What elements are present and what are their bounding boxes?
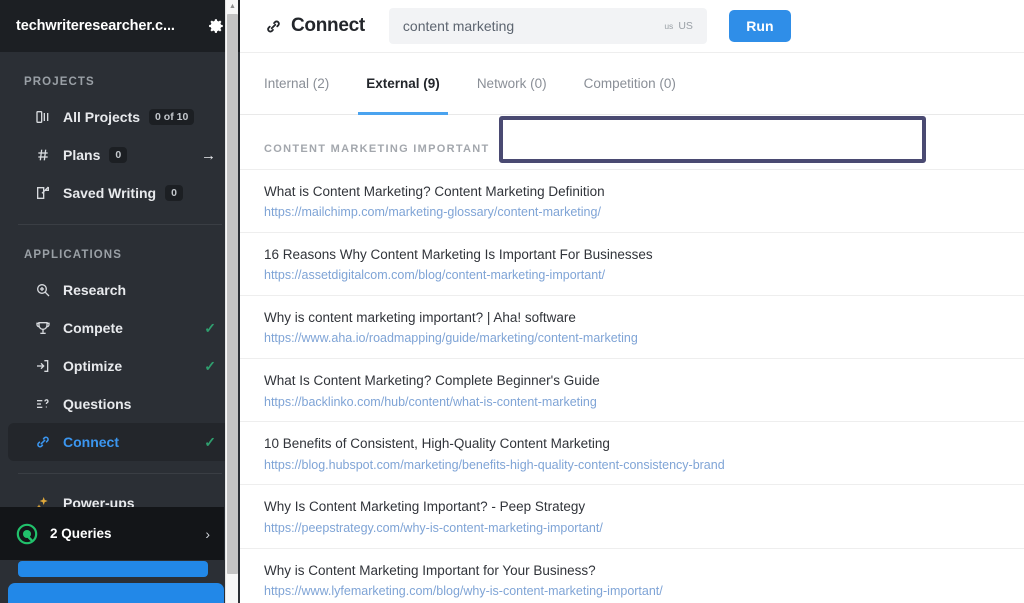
sidebar-item-label: Research [63,282,127,298]
result-url[interactable]: https://peepstrategy.com/why-is-content-… [264,520,1000,537]
sidebar-item-label: Connect [63,434,119,450]
dashboard-icon [34,108,52,126]
link-chain-icon [34,433,52,451]
sidebar-item-saved-writing[interactable]: Saved Writing 0 [8,174,232,212]
tab-network[interactable]: Network (0) [477,53,547,114]
brand-circle-icon [16,523,38,545]
trophy-icon [34,319,52,337]
sidebar-item-label: Optimize [63,358,123,374]
edit-square-icon [34,184,52,202]
tab-competition[interactable]: Competition (0) [584,53,676,114]
sidebar-item-label: Compete [63,320,123,336]
tab-bar: Internal (2) External (9) Network (0) Co… [240,53,1024,163]
result-title: 16 Reasons Why Content Marketing Is Impo… [264,247,653,263]
arrow-right-icon[interactable]: → [201,148,216,163]
locale-flag-label: us [664,21,674,31]
table-row[interactable]: Why is Content Marketing Important for Y… [240,547,1024,603]
check-icon: ✓ [204,358,216,374]
chevron-right-icon[interactable]: › [205,526,210,542]
keyword-search-box[interactable]: us US [388,8,707,44]
sidebar-item-plans[interactable]: Plans 0 → [8,136,232,174]
sidebar-item-connect[interactable]: Connect ✓ [8,423,232,461]
queries-bar[interactable]: 2 Queries › [0,507,224,560]
gear-icon[interactable] [206,16,226,36]
tab-internal[interactable]: Internal (2) [264,53,329,114]
sidebar-section-applications-label: APPLICATIONS [24,249,122,261]
result-title: Why is content marketing important? | Ah… [264,310,576,326]
sidebar-item-label: All Projects [63,109,141,125]
link-chain-icon [264,17,282,35]
sidebar-item-label: Questions [63,396,132,412]
scroll-up-arrow-icon[interactable]: ▲ [226,0,239,13]
result-url[interactable]: https://www.lyfemarketing.com/blog/why-i… [264,583,1000,600]
check-icon: ✓ [204,320,216,336]
sidebar-item-research[interactable]: Research [8,271,232,309]
table-row[interactable]: 10 Benefits of Consistent, High-Quality … [240,421,1024,484]
search-input[interactable] [402,18,665,34]
page-title: Connect [291,15,365,36]
table-row[interactable]: 16 Reasons Why Content Marketing Is Impo… [240,232,1024,295]
sidebar-primary-button-upper[interactable] [18,561,208,577]
sidebar-item-badge: 0 [109,147,128,163]
sidebar-primary-button-lower[interactable] [8,583,224,603]
top-bar: Connect us US Run [240,0,1024,53]
queries-label: 2 Queries [50,526,112,541]
result-title: Why Is Content Marketing Important? - Pe… [264,499,586,515]
result-url[interactable]: https://mailchimp.com/marketing-glossary… [264,204,1000,221]
sidebar-header: techwriteresearcher.c... [0,0,240,52]
result-url[interactable]: https://assetdigitalcom.com/blog/content… [264,267,1000,284]
sidebar-divider-2 [18,473,222,474]
app-root: techwriteresearcher.c... PROJECTS All Pr… [0,0,1024,603]
sidebar-body: PROJECTS All Projects 0 of 10 Plans 0 → … [0,52,240,522]
sidebar-item-compete[interactable]: Compete ✓ [8,309,232,347]
sidebar: techwriteresearcher.c... PROJECTS All Pr… [0,0,240,603]
sidebar-scrollbar[interactable]: ▲ [225,0,238,603]
sidebar-item-all-projects[interactable]: All Projects 0 of 10 [8,98,232,136]
sidebar-section-projects-label: PROJECTS [24,76,95,88]
search-plus-icon [34,281,52,299]
result-url[interactable]: https://www.aha.io/roadmapping/guide/mar… [264,330,1000,347]
hash-icon [34,146,52,164]
locale-country-code: US [678,20,693,32]
login-arrow-icon [34,357,52,375]
question-lines-icon [34,395,52,413]
sidebar-item-questions[interactable]: Questions [8,385,232,423]
result-url[interactable]: https://backlinko.com/hub/content/what-i… [264,394,1000,411]
result-title: What is Content Marketing? Content Marke… [264,184,605,199]
results-list: CONTENT MARKETING IMPORTANT What is Cont… [240,115,1024,603]
check-icon: ✓ [204,434,216,450]
tab-external[interactable]: External (9) [358,53,448,115]
account-name: techwriteresearcher.c... [16,18,175,34]
table-row[interactable]: Why Is Content Marketing Important? - Pe… [240,484,1024,547]
result-title: What Is Content Marketing? Complete Begi… [264,373,600,389]
main-content: Connect us US Run Internal (2) External … [240,0,1024,603]
result-title: Why is Content Marketing Important for Y… [264,562,596,578]
sidebar-item-label: Plans [63,147,101,163]
sidebar-item-badge: 0 of 10 [149,109,195,125]
sidebar-item-badge: 0 [165,185,183,201]
result-title: 10 Benefits of Consistent, High-Quality … [264,436,610,452]
run-button[interactable]: Run [728,10,791,42]
sidebar-item-optimize[interactable]: Optimize ✓ [8,347,232,385]
locale-indicator[interactable]: us US [664,20,697,32]
table-row[interactable]: Why is content marketing important? | Ah… [240,295,1024,358]
result-group-label: CONTENT MARKETING IMPORTANT [264,143,490,155]
table-row[interactable]: What Is Content Marketing? Complete Begi… [240,358,1024,421]
scrollbar-thumb[interactable] [227,14,238,574]
sidebar-item-label: Saved Writing [63,185,157,201]
result-url[interactable]: https://blog.hubspot.com/marketing/benef… [264,457,1000,474]
table-row[interactable]: What is Content Marketing? Content Marke… [240,169,1024,232]
